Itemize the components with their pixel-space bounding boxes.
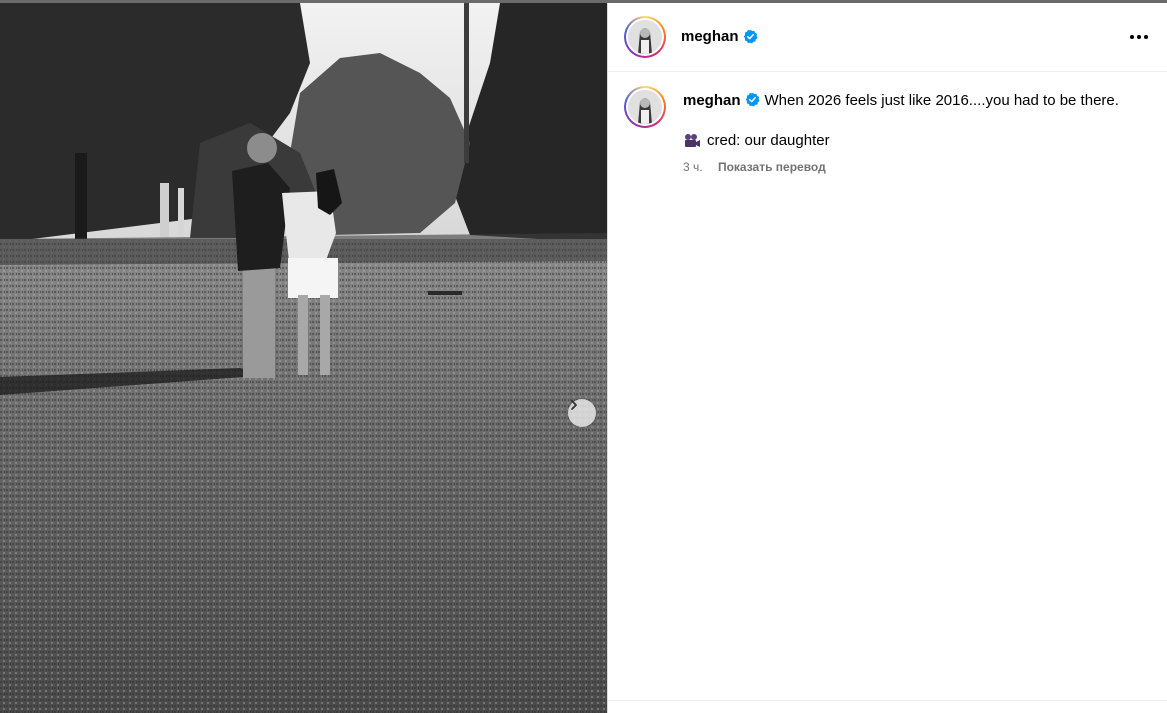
post-media[interactable] [0, 3, 607, 713]
verified-badge-icon [743, 29, 757, 44]
show-translation-link[interactable]: Показать перевод [718, 160, 826, 174]
caption-text: When 2026 feels just like 2016....you ha… [764, 92, 1119, 109]
caption-author-avatar[interactable] [624, 86, 666, 128]
next-media-button[interactable] [568, 399, 596, 427]
verified-badge-icon [745, 92, 759, 107]
more-options-button[interactable] [1125, 25, 1153, 49]
post-header: meghan [608, 3, 1167, 72]
post-time[interactable]: 3 ч. [683, 160, 703, 174]
caption-line: meghan When 2026 feels just like 2016...… [683, 92, 1119, 109]
caption-username[interactable]: meghan [683, 92, 741, 109]
chevron-right-icon [571, 400, 577, 410]
credit-text: cred: our daughter [707, 132, 830, 149]
avatar-image [628, 20, 662, 54]
caption-credit: cred: our daughter [683, 132, 830, 149]
post-photo [0, 3, 607, 713]
avatar-image [628, 90, 662, 124]
author-avatar[interactable] [624, 16, 666, 58]
post-details-panel: meghan meghan When 2026 feels just like … [608, 3, 1167, 713]
post-meta: 3 ч. Показать перевод [683, 160, 826, 174]
panel-bottom-divider [608, 700, 1167, 701]
author-username[interactable]: meghan [681, 28, 739, 45]
video-camera-icon [685, 133, 700, 147]
